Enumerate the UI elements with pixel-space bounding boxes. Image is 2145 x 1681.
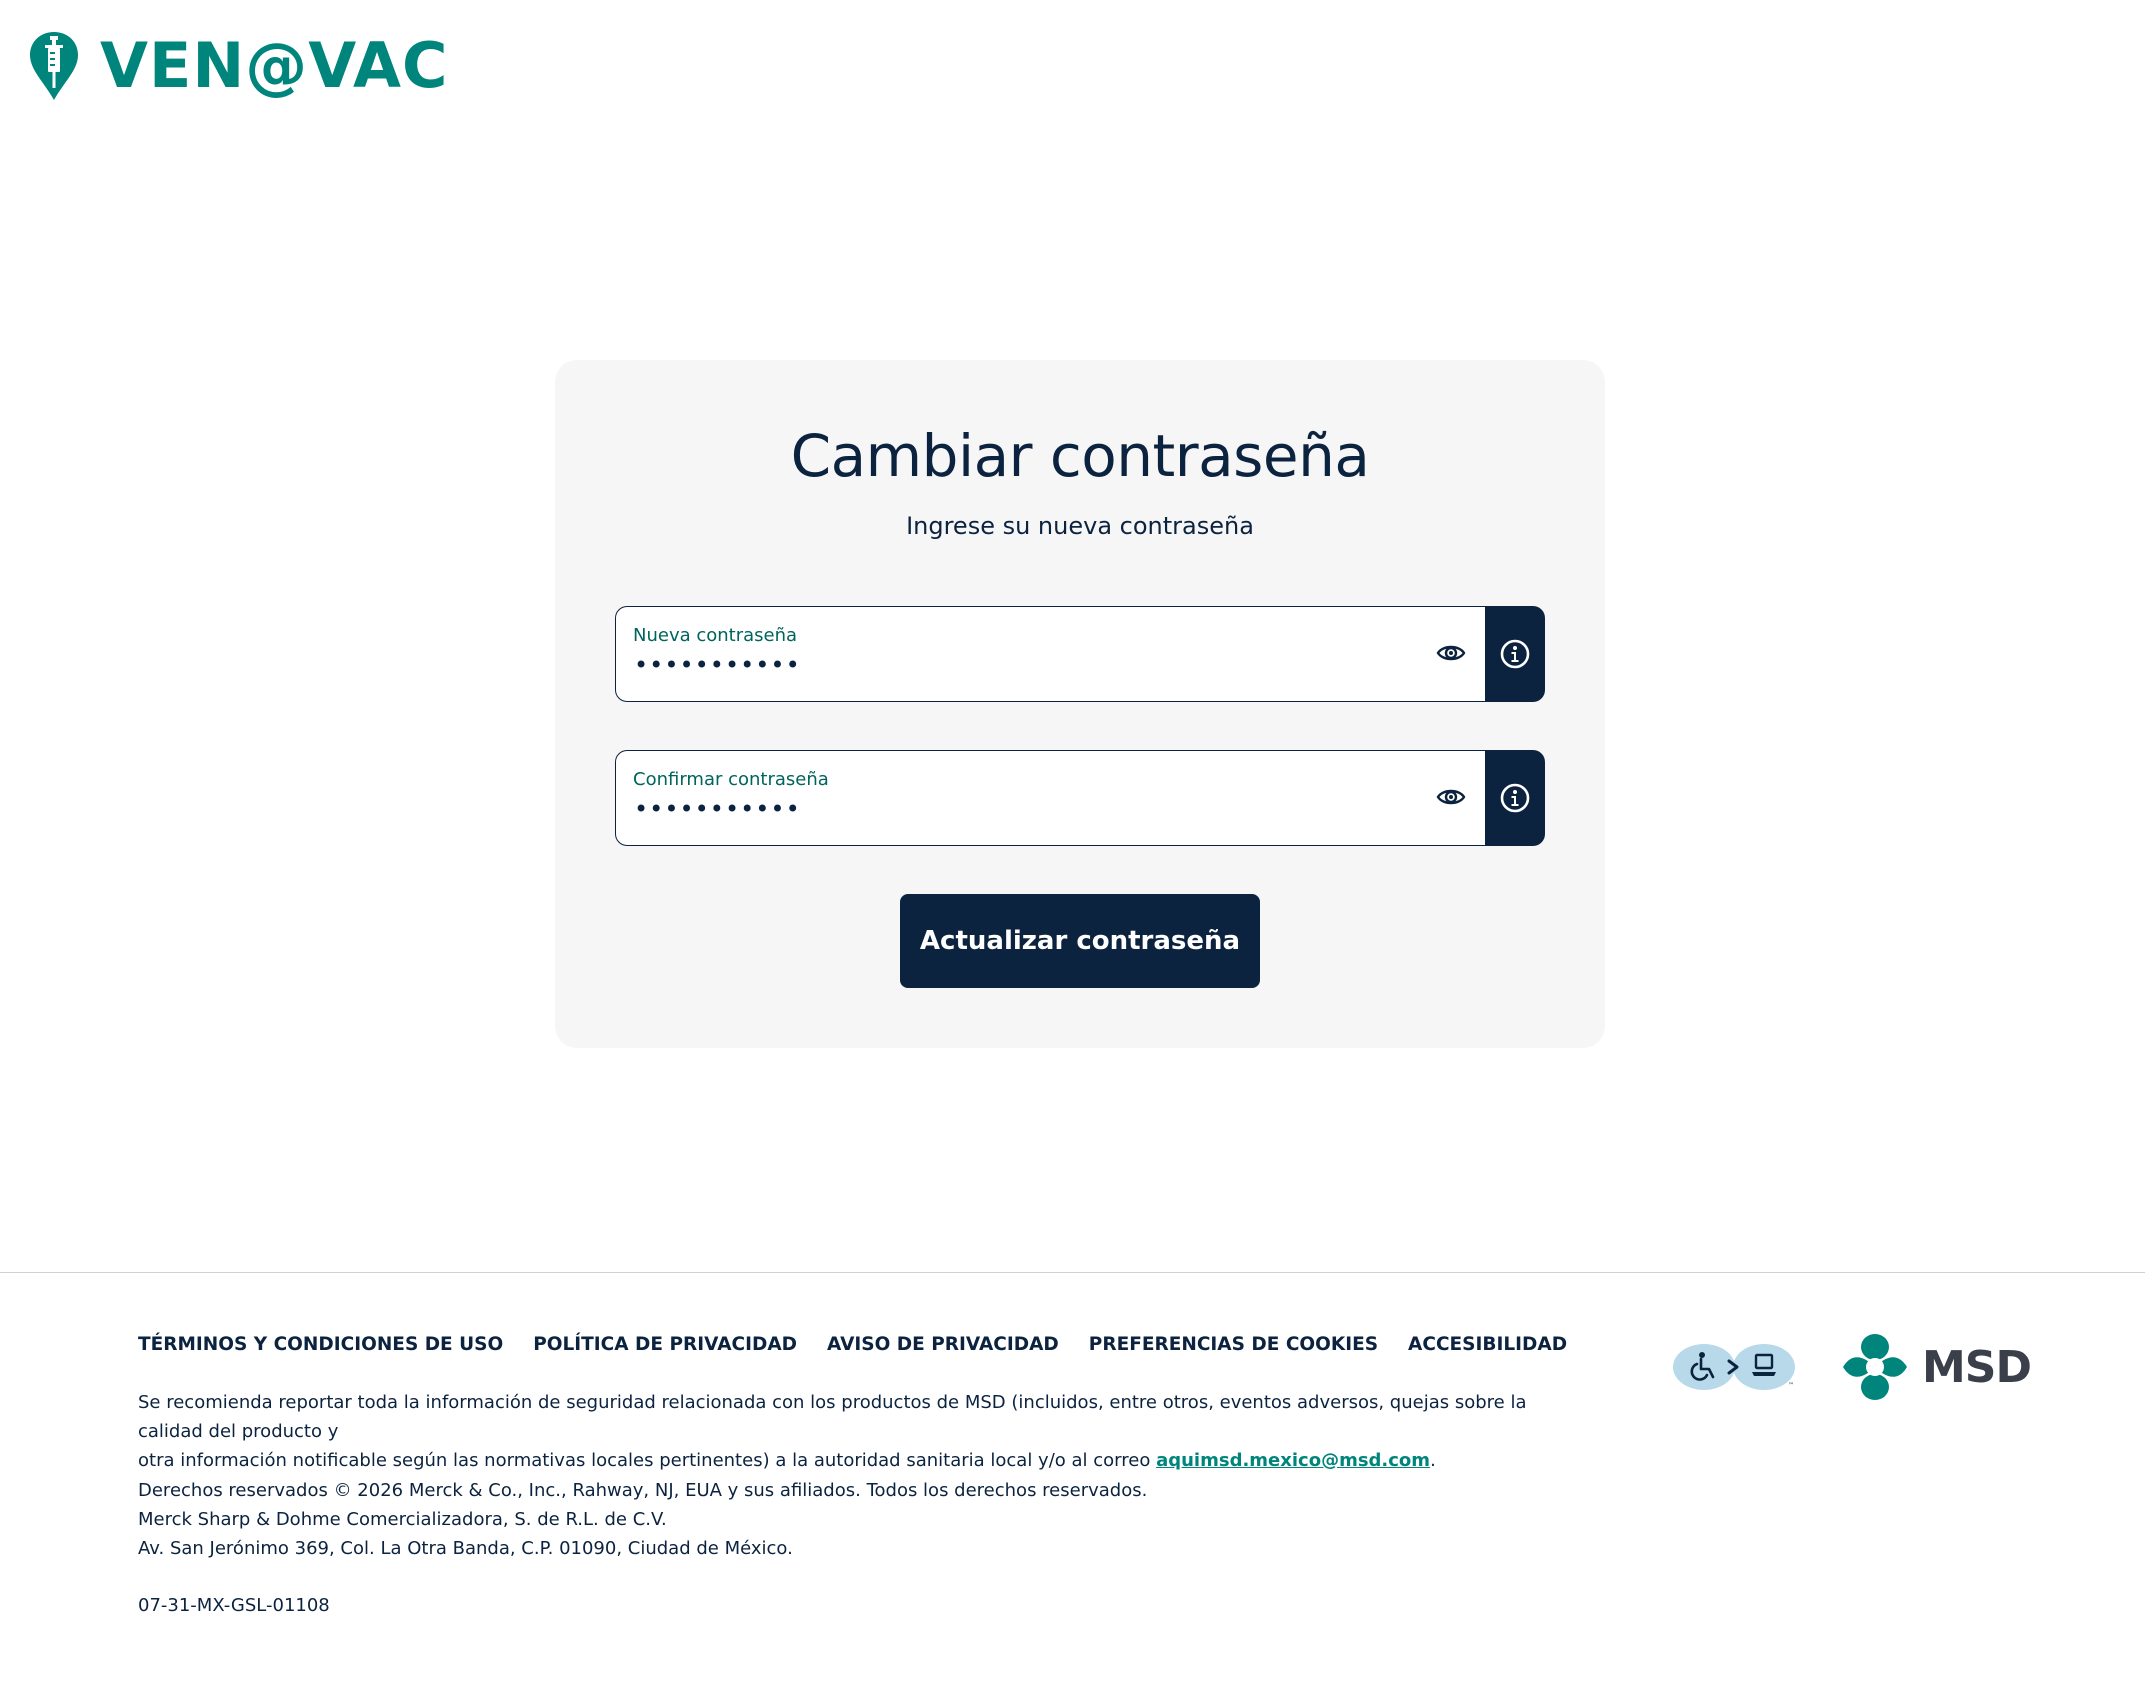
rights-line-3: Av. San Jerónimo 369, Col. La Otra Banda… <box>138 1538 793 1559</box>
report-email-link[interactable]: aquimsd.mexico@msd.com <box>1156 1450 1430 1471</box>
report-end: . <box>1430 1450 1436 1471</box>
footer-link-terms[interactable]: TÉRMINOS Y CONDICIONES DE USO <box>138 1334 503 1355</box>
safety-report-notice: Se recomienda reportar toda la informaci… <box>138 1388 1578 1475</box>
report-line-2: otra información notificable según las n… <box>138 1450 1151 1471</box>
venavac-logo[interactable]: VEN@VAC <box>28 28 448 104</box>
new-password-box[interactable]: Nueva contraseña <box>615 606 1485 702</box>
brand-name: VEN@VAC <box>100 29 449 102</box>
msd-logo[interactable]: MSD <box>1840 1332 2032 1402</box>
confirm-password-box[interactable]: Confirmar contraseña <box>615 750 1485 846</box>
rights-line-1: Derechos reservados © 2026 Merck & Co., … <box>138 1480 1148 1501</box>
footer-divider <box>0 1272 2145 1273</box>
rights-line-2: Merck Sharp & Dohme Comercializadora, S.… <box>138 1509 667 1530</box>
info-icon[interactable] <box>1485 606 1545 702</box>
eye-icon[interactable] <box>1431 777 1471 817</box>
footer-link-privacy-notice[interactable]: AVISO DE PRIVACIDAD <box>827 1334 1059 1355</box>
new-password-input[interactable] <box>634 651 1394 679</box>
copyright-block: Derechos reservados © 2026 Merck & Co., … <box>138 1476 1578 1563</box>
page-subtitle: Ingrese su nueva contraseña <box>906 512 1254 540</box>
accessibility-badge-icon[interactable]: ™ <box>1672 1342 1796 1392</box>
page-title: Cambiar contraseña <box>790 422 1370 490</box>
syringe-pin-icon <box>30 32 78 100</box>
info-icon[interactable] <box>1485 750 1545 846</box>
footer-link-cookies[interactable]: PREFERENCIAS DE COOKIES <box>1089 1334 1378 1355</box>
report-line-1: Se recomienda reportar toda la informaci… <box>138 1392 1527 1442</box>
new-password-label: Nueva contraseña <box>633 625 798 646</box>
new-password-field: Nueva contraseña <box>615 606 1545 702</box>
confirm-password-field: Confirmar contraseña <box>615 750 1545 846</box>
footer-nav: TÉRMINOS Y CONDICIONES DE USO POLÍTICA D… <box>138 1334 1597 1355</box>
change-password-card: Cambiar contraseña Ingrese su nueva cont… <box>555 360 1605 1048</box>
update-password-button[interactable]: Actualizar contraseña <box>900 894 1260 988</box>
svg-text:™: ™ <box>1788 1382 1794 1389</box>
msd-brand-name: MSD <box>1922 1341 2032 1393</box>
footer-link-accessibility[interactable]: ACCESIBILIDAD <box>1408 1334 1567 1355</box>
confirm-password-label: Confirmar contraseña <box>633 769 829 790</box>
eye-icon[interactable] <box>1431 633 1471 673</box>
confirm-password-input[interactable] <box>634 795 1394 823</box>
footer-link-privacy-policy[interactable]: POLÍTICA DE PRIVACIDAD <box>533 1334 797 1355</box>
document-code: 07-31-MX-GSL-01108 <box>138 1595 330 1616</box>
msd-logo-icon <box>1843 1334 1907 1400</box>
